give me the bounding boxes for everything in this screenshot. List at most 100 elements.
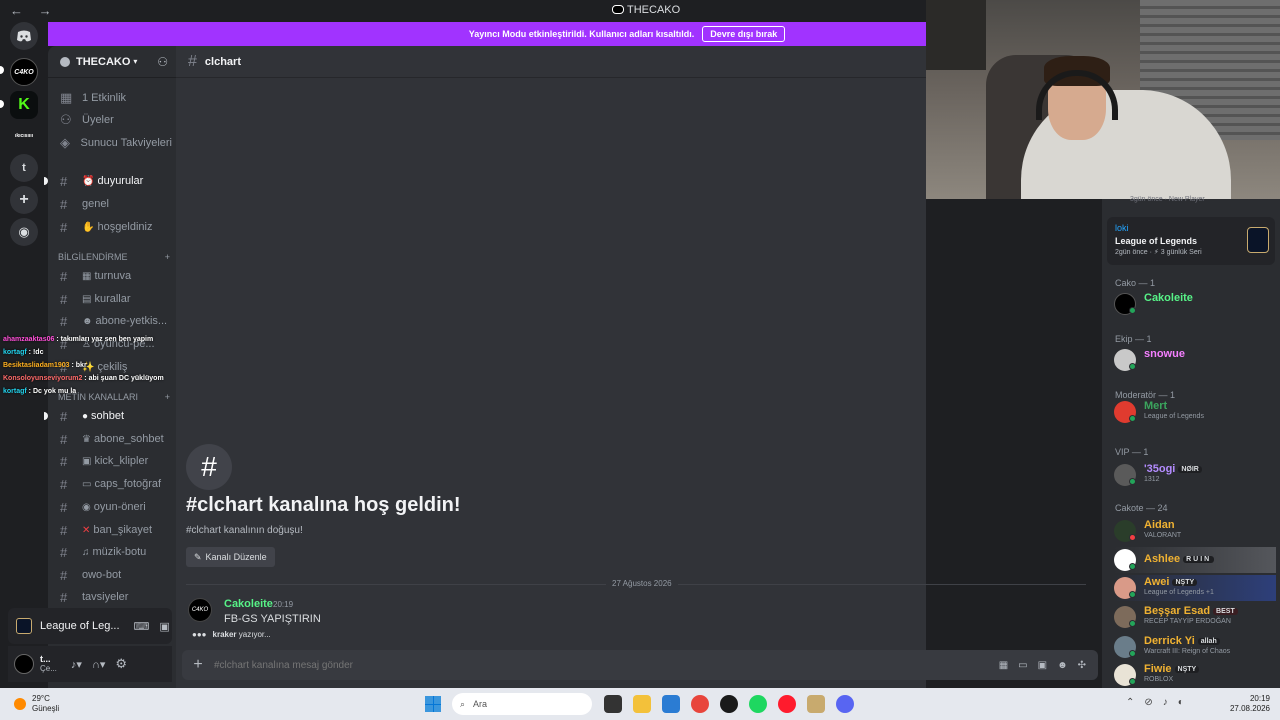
league-client-icon[interactable] [807, 695, 825, 713]
add-server-icon[interactable]: + [10, 186, 38, 214]
hash-icon: # [60, 431, 68, 447]
sidebar-item-label: Sunucu Takviyeleri [80, 137, 172, 149]
member-tag: RUIN [1183, 556, 1215, 563]
discord-home-icon[interactable] [10, 22, 38, 50]
member-item[interactable]: Beşşar Esad BEST RECEP TAYYİP ERDOĞAN [1114, 604, 1276, 630]
emoji-icon[interactable]: ☻ [1057, 660, 1068, 671]
explore-icon[interactable]: ◉ [10, 218, 38, 246]
online-indicator [1129, 678, 1136, 685]
disable-streamer-mode-button[interactable]: Devre dışı bırak [702, 26, 786, 42]
file-explorer-icon[interactable] [633, 695, 651, 713]
channel-abone-yetkis[interactable]: # ☻ abone-yetkis... [56, 311, 172, 331]
channel-abone-sohbet[interactable]: # ♛ abone_sohbet [56, 429, 172, 449]
taskbar-search[interactable]: ⌕ Ara [452, 693, 592, 715]
sidebar-item-boosts[interactable]: ◈ Sunucu Takviyeleri [56, 133, 172, 153]
channel-muzik-botu[interactable]: # ♫ müzik-botu [56, 542, 172, 562]
sticker-icon[interactable]: ▣ [1038, 660, 1047, 671]
channel-hosgeldiniz[interactable]: # ✋ hoşgeldiniz [56, 217, 172, 237]
add-channel-icon[interactable]: + [165, 252, 170, 262]
welcome-subtitle: #clchart kanalının doğuşu! [186, 525, 303, 536]
system-tray[interactable]: ⌃⊘♪◐ [1126, 697, 1194, 708]
hash-icon: # [60, 567, 68, 583]
activity-card[interactable]: loki League of Legends 2gün önce · ⚡ 3 g… [1107, 217, 1275, 265]
channel-oyun-oneri[interactable]: # ◉ oyun-öneri [56, 497, 172, 517]
user-name: t... [40, 654, 51, 664]
sidebar-item-members[interactable]: ⚇ Üyeler [56, 110, 172, 130]
member-item[interactable]: snowue [1114, 347, 1276, 373]
member-item[interactable]: Derrick Yi allah Warcraft III: Reign of C… [1114, 634, 1276, 660]
screen-share-icon[interactable]: ▣ [159, 620, 169, 633]
message-author[interactable]: Cakoleite [224, 598, 273, 610]
member-status: ROBLOX [1144, 676, 1174, 683]
overlay-user: ahamzaaktas06 [3, 336, 55, 343]
member-status: 1312 [1144, 476, 1160, 483]
typing-dots-icon: ●●● [192, 630, 207, 639]
overlay-user: Konsoloyunseviyorum2 [3, 375, 83, 382]
nav-arrows[interactable]: ← → [10, 3, 58, 18]
member-item[interactable]: Fiwie NŞTY ROBLOX [1114, 662, 1276, 688]
windows-start-icon[interactable] [425, 696, 441, 712]
channel-turnuva[interactable]: # ▦ turnuva [56, 266, 172, 286]
spotify-icon[interactable] [749, 695, 767, 713]
gear-icon[interactable]: ⚙ [115, 656, 127, 672]
member-item[interactable]: Cakoleite [1114, 291, 1276, 317]
hash-icon: # [60, 589, 68, 605]
headphones-icon[interactable]: ∩▾ [92, 658, 105, 671]
channel-kurallar[interactable]: # ▤ kurallar [56, 289, 172, 309]
guild-icon [60, 56, 70, 67]
channel-genel[interactable]: # genel [56, 194, 172, 214]
outlook-icon[interactable] [662, 695, 680, 713]
avatar[interactable] [14, 654, 34, 674]
sidebar-item-label: 1 Etkinlik [82, 92, 127, 104]
apps-icon[interactable]: ✣ [1078, 660, 1086, 671]
date-divider: 27 Ağustos 2026 [186, 579, 1086, 588]
invite-icon[interactable]: ⚇ [157, 55, 168, 69]
channel-owo-bot[interactable]: # owo-bot [56, 565, 172, 585]
channel-sohbet[interactable]: # ● sohbet [56, 406, 172, 426]
guild-header[interactable]: THECAKO ▾ ⚇ [48, 46, 176, 78]
message-composer: + ▦ ▭ ▣ ☻ ✣ [182, 650, 1098, 680]
member-name: Awei [1144, 576, 1170, 588]
member-item[interactable]: Mert League of Legends [1114, 399, 1276, 425]
activity-panel[interactable]: League of Leg... ⌨ ▣ [8, 608, 172, 644]
guild-name: THECAKO [76, 55, 131, 68]
date-label: 27 Ağustos 2026 [606, 579, 678, 588]
member-item[interactable]: '35ogi NØIR 1312 [1114, 462, 1276, 488]
weather-widget[interactable]: 29°C Güneşli [14, 694, 59, 714]
opera-icon[interactable] [778, 695, 796, 713]
member-item[interactable]: Ashlee RUIN [1114, 547, 1276, 573]
channel-duyurular[interactable]: # ⏰ duyurular [56, 171, 172, 191]
channel-label: sohbet [91, 410, 125, 422]
chrome-icon[interactable] [691, 695, 709, 713]
member-item[interactable]: Awei NŞTY League of Legends +1 [1114, 575, 1276, 601]
channel-emoji: ● [82, 410, 89, 422]
channel-label: duyurular [97, 175, 144, 187]
channel-ban-sikayet[interactable]: # ✕ ban_şikayet [56, 520, 172, 540]
hash-icon: # [60, 313, 68, 329]
gift-icon[interactable]: ▦ [999, 660, 1008, 671]
online-indicator [1129, 478, 1136, 485]
app-icon[interactable] [720, 695, 738, 713]
sidebar-item-events[interactable]: ▦ 1 Etkinlik [56, 88, 172, 108]
clock[interactable]: 20:19 27.08.2026 [1230, 694, 1270, 714]
task-view-icon[interactable] [604, 695, 622, 713]
edit-channel-button[interactable]: ✎ Kanalı Düzenle [186, 547, 275, 567]
message-input[interactable] [214, 659, 999, 671]
category-bilgilendirme[interactable]: BİLGİLENDİRME + [58, 252, 170, 262]
microphone-icon[interactable]: ♪▾ [71, 658, 82, 671]
server-t[interactable]: t [10, 154, 38, 182]
channel-kick-klipler[interactable]: # ▣ kick_klipler [56, 451, 172, 471]
server-text[interactable]: ıkıcısıııı [10, 122, 38, 150]
channel-caps-fotograf[interactable]: # ▭ caps_fotoğraf [56, 474, 172, 494]
server-kick[interactable]: K [10, 91, 38, 119]
discord-icon[interactable] [836, 695, 854, 713]
channel-header: # clchart [176, 46, 926, 78]
gif-icon[interactable]: ▭ [1018, 660, 1027, 671]
server-cako[interactable]: C4KO [10, 58, 38, 86]
attach-plus-icon[interactable]: + [182, 656, 214, 674]
channel-emoji: ▭ [82, 478, 92, 490]
controller-icon[interactable]: ⌨ [134, 620, 150, 633]
avatar[interactable]: C4KO [188, 598, 212, 622]
member-item[interactable]: Aidan VALORANT [1114, 518, 1276, 544]
channel-tavsiyeler[interactable]: # tavsiyeler [56, 587, 172, 607]
